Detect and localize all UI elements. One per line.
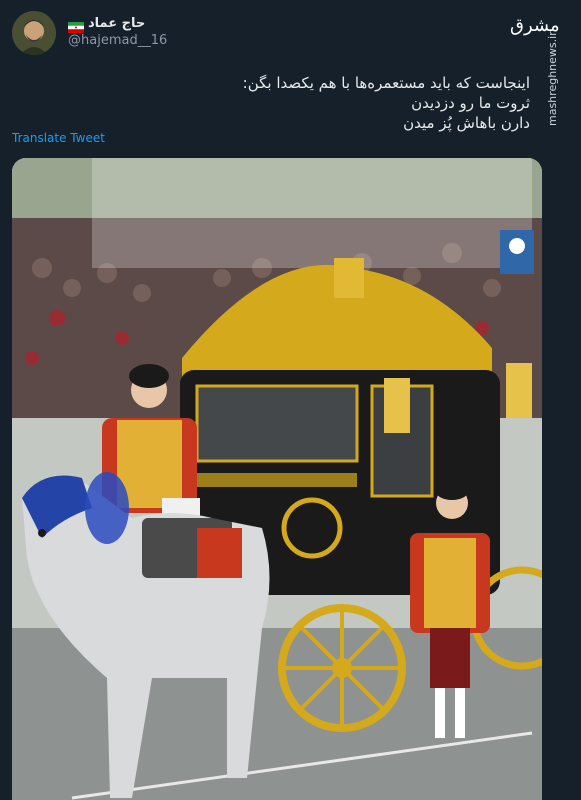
translate-tweet-link[interactable]: Translate Tweet bbox=[12, 131, 105, 145]
tweet-media-image[interactable] bbox=[12, 158, 542, 800]
name-row: حاج عماد bbox=[68, 13, 145, 33]
tweet-text-line: ثروت ما رو دزدیدن bbox=[411, 94, 530, 112]
tweet-text-line: اینجاست که باید مستعمره‌ها با هم یکصدا ب… bbox=[242, 74, 530, 92]
display-name[interactable]: حاج عماد bbox=[88, 16, 145, 31]
tweet-text-line: دارن باهاش پُز میدن bbox=[403, 114, 530, 132]
user-avatar[interactable] bbox=[12, 11, 56, 55]
tweet-text: اینجاست که باید مستعمره‌ها با هم یکصدا ب… bbox=[120, 73, 530, 133]
user-handle[interactable]: @hajemad__16 bbox=[68, 33, 167, 48]
carriage-procession-photo bbox=[12, 158, 542, 800]
iran-flag-icon bbox=[68, 18, 84, 33]
tweet-card: حاج عماد @hajemad__16 مشرق mashreghnews.… bbox=[0, 0, 581, 800]
mashregh-logo: مشرق bbox=[510, 15, 560, 36]
site-watermark: mashreghnews.ir bbox=[546, 31, 559, 126]
